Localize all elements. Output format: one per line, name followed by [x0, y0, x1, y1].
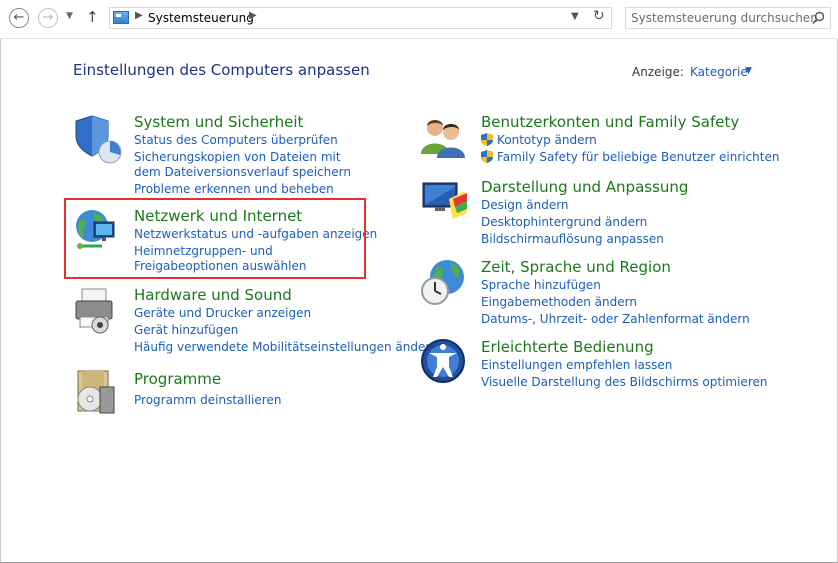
- search-box[interactable]: Systemsteuerung durchsuchen: [625, 7, 831, 29]
- link-mobility-settings[interactable]: Häufig verwendete Mobilitätseinstellunge…: [134, 340, 438, 354]
- security-shield-icon[interactable]: [72, 112, 124, 164]
- view-by-chevron-icon[interactable]: ▼: [745, 66, 752, 76]
- display-palette-icon[interactable]: [419, 177, 471, 229]
- category-title-appearance[interactable]: Darstellung und Anpassung: [481, 178, 688, 196]
- search-input[interactable]: Systemsteuerung durchsuchen: [631, 11, 818, 25]
- category-title-user-accounts[interactable]: Benutzerkonten und Family Safety: [481, 113, 739, 131]
- view-by-dropdown[interactable]: Kategorie: [690, 65, 748, 79]
- link-recommend-settings[interactable]: Einstellungen empfehlen lassen: [481, 358, 672, 372]
- category-title-hardware-sound[interactable]: Hardware und Sound: [134, 286, 292, 304]
- category-title-time-language-region[interactable]: Zeit, Sprache und Region: [481, 258, 671, 276]
- link-devices-printers[interactable]: Geräte und Drucker anzeigen: [134, 306, 311, 320]
- address-bar[interactable]: ▶ Systemsteuerung ▶ ▼ ↻: [109, 7, 612, 29]
- control-panel-icon: [113, 11, 129, 24]
- link-family-safety-row: Family Safety für beliebige Benutzer ein…: [481, 150, 779, 164]
- up-button[interactable]: ↑: [86, 8, 99, 26]
- page-title: Einstellungen des Computers anpassen: [73, 61, 370, 79]
- link-family-safety[interactable]: Family Safety für beliebige Benutzer ein…: [497, 150, 779, 164]
- link-file-history-backup[interactable]: Sicherungskopien von Dateien mit dem Dat…: [134, 150, 356, 180]
- uac-shield-icon: [481, 133, 493, 146]
- accessibility-icon[interactable]: [419, 337, 471, 389]
- clock-globe-icon[interactable]: [419, 257, 471, 309]
- refresh-icon[interactable]: ↻: [593, 8, 605, 24]
- link-screen-resolution[interactable]: Bildschirmauflösung anpassen: [481, 232, 664, 246]
- link-change-account-type[interactable]: Kontotyp ändern: [497, 133, 597, 147]
- link-optimize-display[interactable]: Visuelle Darstellung des Bildschirms opt…: [481, 375, 767, 389]
- category-title-programs[interactable]: Programme: [134, 370, 221, 388]
- printer-icon[interactable]: [72, 285, 124, 337]
- link-uninstall-program[interactable]: Programm deinstallieren: [134, 393, 281, 407]
- address-dropdown-icon[interactable]: ▼: [571, 11, 579, 22]
- breadcrumb-chevron-icon[interactable]: ▶: [249, 10, 257, 21]
- link-check-status[interactable]: Status des Computers überprüfen: [134, 133, 338, 147]
- link-input-methods[interactable]: Eingabemethoden ändern: [481, 295, 637, 309]
- category-title-system-security[interactable]: System und Sicherheit: [134, 113, 303, 131]
- recent-locations-dropdown-icon[interactable]: ▼: [66, 11, 73, 21]
- link-add-language[interactable]: Sprache hinzufügen: [481, 278, 601, 292]
- search-icon[interactable]: [812, 11, 825, 25]
- breadcrumb-item[interactable]: Systemsteuerung: [148, 11, 254, 25]
- forward-button[interactable]: →: [38, 8, 58, 28]
- highlight-box: [64, 198, 366, 279]
- back-button[interactable]: ←: [9, 8, 29, 28]
- breadcrumb-separator-icon[interactable]: ▶: [135, 10, 143, 21]
- navigation-bar: ← → ▼ ↑ ▶ Systemsteuerung ▶ ▼ ↻ Systemst…: [0, 0, 838, 39]
- view-by-label: Anzeige:: [632, 65, 684, 79]
- programs-disc-icon[interactable]: [72, 369, 124, 421]
- users-icon[interactable]: [419, 112, 471, 164]
- link-change-theme[interactable]: Design ändern: [481, 198, 569, 212]
- link-change-account-type-row: Kontotyp ändern: [481, 133, 597, 147]
- uac-shield-icon: [481, 150, 493, 163]
- link-desktop-background[interactable]: Desktophintergrund ändern: [481, 215, 647, 229]
- category-title-ease-of-access[interactable]: Erleichterte Bedienung: [481, 338, 654, 356]
- link-add-device[interactable]: Gerät hinzufügen: [134, 323, 238, 337]
- link-date-time-format[interactable]: Datums-, Uhrzeit- oder Zahlenformat ände…: [481, 312, 750, 326]
- link-troubleshoot[interactable]: Probleme erkennen und beheben: [134, 182, 334, 196]
